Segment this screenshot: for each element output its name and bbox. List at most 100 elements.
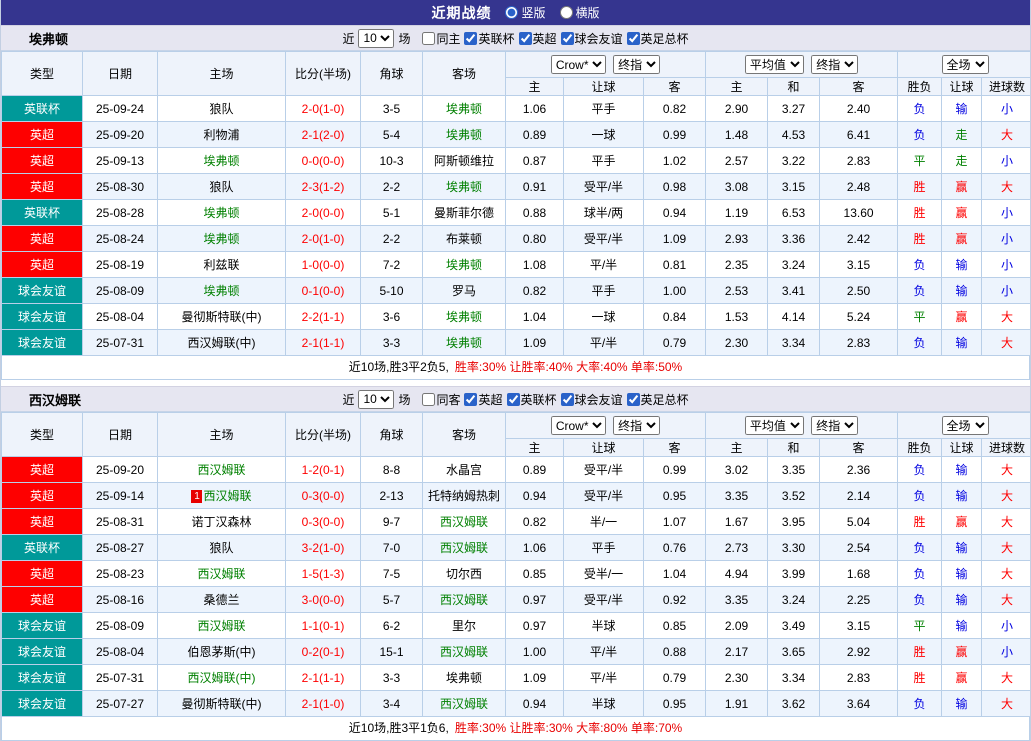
avg-company-select[interactable]: 平均值 [745, 55, 804, 74]
avg-odds-away: 13.60 [820, 200, 898, 226]
away-team-name: 埃弗顿 [446, 128, 482, 142]
filter-league-cup[interactable]: 英联杯 [507, 391, 557, 408]
filter-fa-cup[interactable]: 英足总杯 [627, 30, 689, 47]
subcol-away-odds: 客 [644, 78, 706, 96]
goals-result: 大 [982, 691, 1031, 717]
layout-option-horizontal[interactable]: 横版 [560, 4, 600, 21]
match-row: 英超25-08-16桑德兰3-0(0-0)5-7西汉姆联0.97受平/半0.92… [2, 587, 1031, 613]
handicap-odds-home: 0.87 [506, 148, 564, 174]
avg-stage-select[interactable]: 终指 [811, 416, 858, 435]
home-team-name: 桑德兰 [203, 593, 239, 607]
home-team-name: 西汉姆联 [197, 619, 245, 633]
avg-odds-away: 5.24 [820, 304, 898, 330]
goals-result: 大 [982, 665, 1031, 691]
near-label: 近 [342, 30, 354, 47]
scope-select[interactable]: 全场 [942, 416, 989, 435]
fa-cup-checkbox[interactable] [627, 393, 640, 406]
avg-stage-select[interactable]: 终指 [811, 55, 858, 74]
match-row: 英超25-09-20西汉姆联1-2(0-1)8-8水晶宫0.89受平/半0.99… [2, 457, 1031, 483]
home-team: 1西汉姆联 [158, 483, 286, 509]
handicap-line: 受平/半 [564, 174, 644, 200]
avg-odds-away: 2.50 [820, 278, 898, 304]
scope-select[interactable]: 全场 [942, 55, 989, 74]
match-date: 25-08-24 [83, 226, 158, 252]
layout-option-vertical[interactable]: 竖版 [505, 4, 545, 21]
odds-company-select[interactable]: Crow* [551, 416, 606, 435]
filter-fa-cup[interactable]: 英足总杯 [627, 391, 689, 408]
away-team-name: 西汉姆联 [440, 593, 488, 607]
handicap-line: 半球 [564, 691, 644, 717]
match-score: 0-1(0-0) [286, 278, 361, 304]
handicap-odds-home: 0.97 [506, 613, 564, 639]
home-team: 西汉姆联(中) [158, 665, 286, 691]
goals-result: 大 [982, 587, 1031, 613]
home-team-name: 西汉姆联 [203, 489, 251, 503]
avg-odds-home: 2.30 [706, 330, 768, 356]
goals-result: 大 [982, 330, 1031, 356]
win-loss-result: 负 [898, 561, 942, 587]
away-team-name: 西汉姆联 [440, 515, 488, 529]
premier-league-checkbox[interactable] [519, 32, 532, 45]
handicap-odds-away: 0.79 [644, 665, 706, 691]
handicap-line: 受平/半 [564, 483, 644, 509]
handicap-odds-home: 0.80 [506, 226, 564, 252]
filter-club-friendly[interactable]: 球会友谊 [561, 391, 623, 408]
premier-league-checkbox[interactable] [464, 393, 477, 406]
home-team: 西汉姆联(中) [158, 330, 286, 356]
odds-stage-select[interactable]: 终指 [613, 55, 660, 74]
away-team-name: 埃弗顿 [446, 310, 482, 324]
club-friendly-checkbox[interactable] [561, 32, 574, 45]
filter-premier-league[interactable]: 英超 [519, 30, 557, 47]
handicap-line: 一球 [564, 122, 644, 148]
filter-club-friendly[interactable]: 球会友谊 [561, 30, 623, 47]
win-loss-result: 负 [898, 330, 942, 356]
filter-premier-league[interactable]: 英超 [464, 391, 502, 408]
same-venue-filter[interactable]: 同主 [422, 30, 460, 47]
away-team-name: 埃弗顿 [446, 336, 482, 350]
corner-count: 5-10 [361, 278, 423, 304]
competition-badge: 英超 [2, 509, 83, 535]
same-venue-checkbox[interactable] [422, 393, 435, 406]
away-team: 西汉姆联 [423, 587, 506, 613]
match-count-select[interactable]: 10 [358, 29, 394, 48]
col-date: 日期 [83, 413, 158, 457]
handicap-odds-away: 0.84 [644, 304, 706, 330]
match-row: 球会友谊25-08-04伯恩茅斯(中)0-2(0-1)15-1西汉姆联1.00平… [2, 639, 1031, 665]
goals-result: 大 [982, 304, 1031, 330]
filter-league-cup[interactable]: 英联杯 [464, 30, 514, 47]
club-friendly-checkbox[interactable] [561, 393, 574, 406]
away-team: 西汉姆联 [423, 509, 506, 535]
avg-odds-away: 2.25 [820, 587, 898, 613]
match-date: 25-09-13 [83, 148, 158, 174]
corner-count: 2-2 [361, 226, 423, 252]
match-date: 25-09-20 [83, 122, 158, 148]
avg-company-select[interactable]: 平均值 [745, 416, 804, 435]
handicap-line: 半球 [564, 613, 644, 639]
summary-rates: 胜率:30% 让胜率:30% 大率:80% 单率:70% [455, 721, 682, 735]
league-cup-label: 英联杯 [478, 30, 514, 47]
odds-company-select[interactable]: Crow* [551, 55, 606, 74]
fa-cup-checkbox[interactable] [627, 32, 640, 45]
home-team: 埃弗顿 [158, 278, 286, 304]
win-loss-result: 负 [898, 96, 942, 122]
avg-odds-draw: 3.35 [768, 457, 820, 483]
league-cup-checkbox[interactable] [464, 32, 477, 45]
goals-result: 大 [982, 122, 1031, 148]
avg-odds-home: 2.17 [706, 639, 768, 665]
handicap-line: 受平/半 [564, 587, 644, 613]
handicap-odds-away: 0.99 [644, 457, 706, 483]
same-venue-checkbox[interactable] [422, 32, 435, 45]
match-count-select[interactable]: 10 [358, 390, 394, 409]
goals-result: 小 [982, 226, 1031, 252]
horizontal-radio[interactable] [560, 6, 573, 19]
odds-stage-select[interactable]: 终指 [613, 416, 660, 435]
match-score: 1-0(0-0) [286, 252, 361, 278]
home-team-name: 利物浦 [203, 128, 239, 142]
same-venue-filter[interactable]: 同客 [422, 391, 460, 408]
vertical-radio[interactable] [505, 6, 518, 19]
away-team-name: 西汉姆联 [440, 541, 488, 555]
subcol-handicap: 让球 [564, 439, 644, 457]
corner-count: 2-13 [361, 483, 423, 509]
titlebar: 近期战绩 竖版 横版 [1, 0, 1030, 25]
league-cup-checkbox[interactable] [507, 393, 520, 406]
